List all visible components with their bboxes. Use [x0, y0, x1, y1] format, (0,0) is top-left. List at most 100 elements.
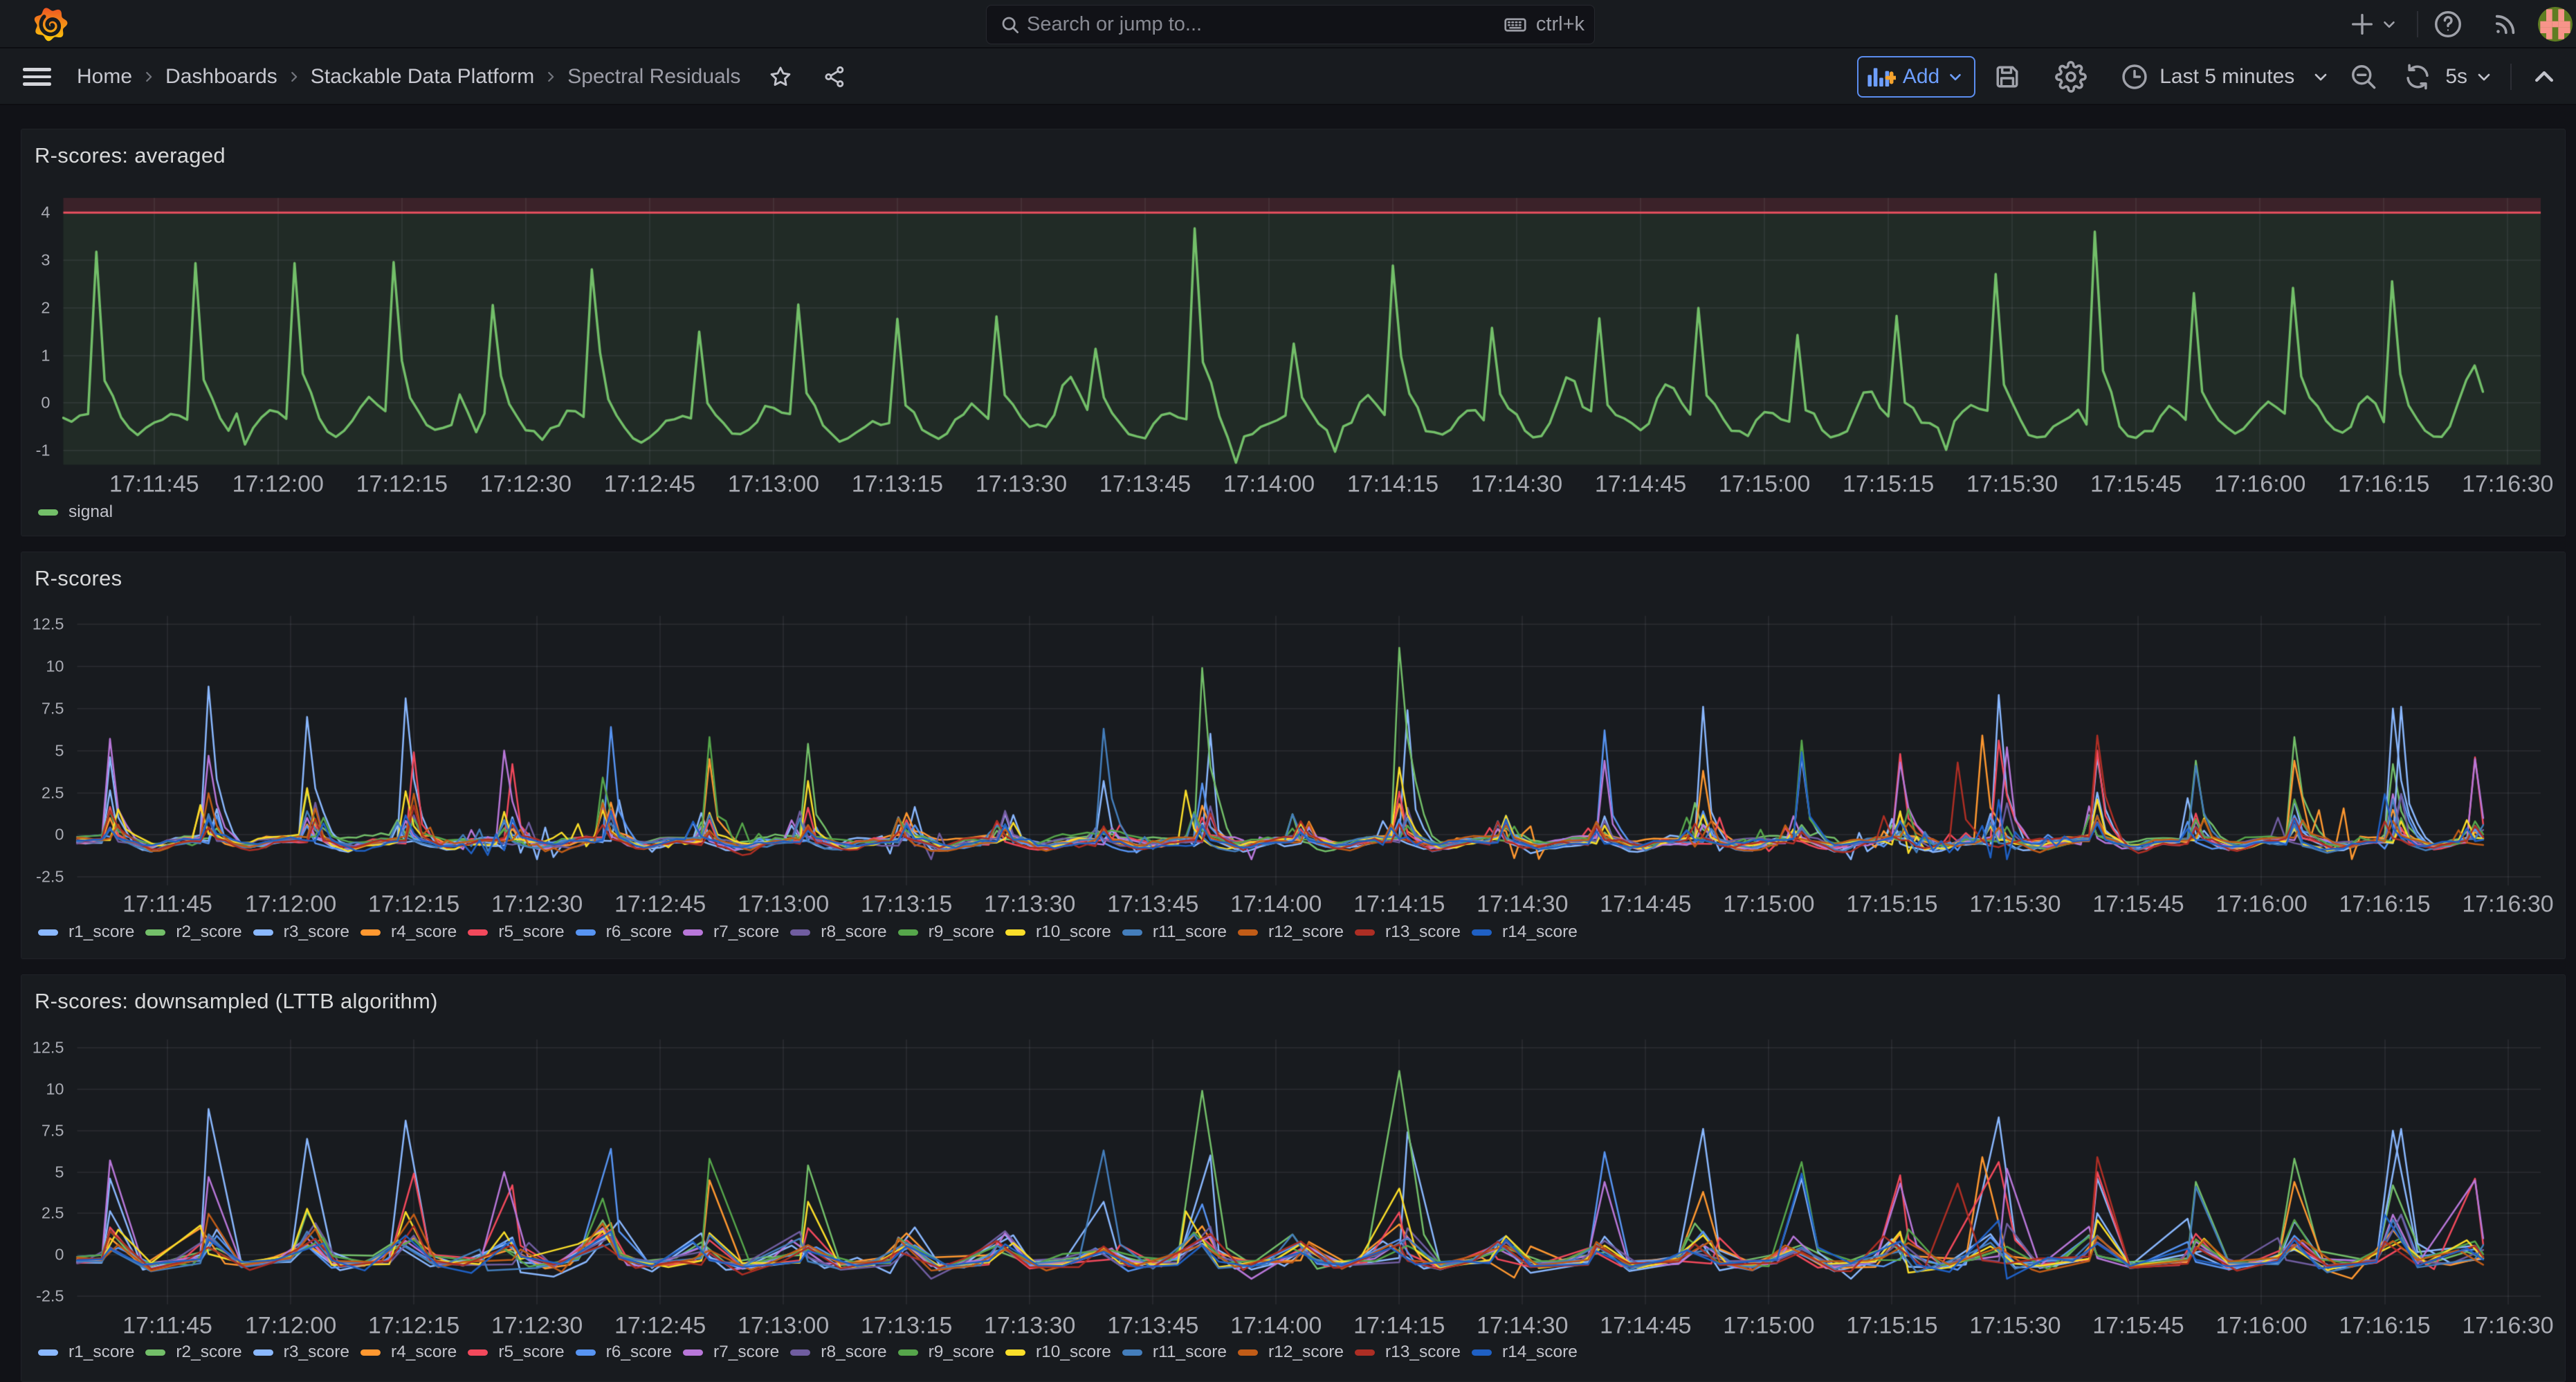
- search-shortcut: ctrl+k: [1536, 13, 1584, 36]
- search-input[interactable]: Search or jump to... ctrl+k: [986, 5, 1595, 44]
- share-icon[interactable]: [822, 64, 847, 89]
- legend-item-signal[interactable]: signal: [38, 502, 113, 522]
- x-axis-tick-label: 17:15:45: [2092, 1313, 2184, 1340]
- legend-label: r6_score: [606, 1343, 672, 1362]
- breadcrumb-home[interactable]: Home: [77, 65, 132, 89]
- news-button[interactable]: [2484, 10, 2527, 39]
- x-axis-tick-label: 17:12:00: [245, 1313, 336, 1340]
- legend-item-r13_score[interactable]: r13_score: [1355, 922, 1461, 942]
- legend-swatch: [1122, 929, 1142, 936]
- collapse-toolbar-button[interactable]: [2528, 63, 2560, 91]
- add-panel-button[interactable]: Add: [1857, 56, 1975, 98]
- dashboard-toolbar: Home Dashboards Stackable Data Platform …: [0, 48, 2576, 105]
- breadcrumb-dashboards[interactable]: Dashboards: [165, 65, 277, 89]
- legend-item-r6_score[interactable]: r6_score: [576, 922, 672, 942]
- legend-label: r1_score: [68, 922, 134, 942]
- legend-swatch: [1238, 929, 1258, 936]
- x-axis-tick-label: 17:13:00: [738, 1313, 829, 1340]
- legend-item-r13_score[interactable]: r13_score: [1355, 1343, 1461, 1362]
- chevron-down-icon: [2311, 67, 2330, 87]
- x-axis-tick-label: 17:13:45: [1107, 891, 1198, 918]
- legend-item-r5_score[interactable]: r5_score: [468, 1343, 564, 1362]
- legend-label: r7_score: [713, 1343, 779, 1362]
- legend-item-r12_score[interactable]: r12_score: [1238, 1343, 1344, 1362]
- legend-swatch: [1472, 1349, 1492, 1356]
- legend-swatch: [576, 1349, 596, 1356]
- save-icon: [1992, 62, 2022, 92]
- legend-item-r3_score[interactable]: r3_score: [253, 1343, 349, 1362]
- refresh-button[interactable]: [2397, 62, 2438, 91]
- x-axis-tick-label: 17:15:00: [1723, 1313, 1814, 1340]
- x-axis-tick-label: 17:15:30: [1969, 1313, 2061, 1340]
- legend-swatch: [468, 1349, 488, 1356]
- legend-item-r1_score[interactable]: r1_score: [38, 1343, 134, 1362]
- panel-r-scores-downsampled[interactable]: R-scores: downsampled (LTTB algorithm) 1…: [21, 974, 2566, 1382]
- legend-item-r1_score[interactable]: r1_score: [38, 922, 134, 942]
- legend-swatch: [1472, 929, 1492, 936]
- legend-item-r10_score[interactable]: r10_score: [1005, 1343, 1111, 1362]
- x-axis-tick-label: 17:14:00: [1230, 891, 1322, 918]
- top-navigation-bar: Search or jump to... ctrl+k: [0, 0, 2576, 48]
- favorite-star-icon[interactable]: [768, 64, 793, 89]
- legend-label: r11_score: [1153, 922, 1227, 942]
- legend-item-r5_score[interactable]: r5_score: [468, 922, 564, 942]
- legend-item-r7_score[interactable]: r7_score: [683, 922, 779, 942]
- legend: r1_score r2_score r3_score r4_score r5_score…: [38, 922, 1589, 942]
- refresh-interval-picker[interactable]: 5s: [2445, 65, 2494, 89]
- legend-item-r10_score[interactable]: r10_score: [1005, 922, 1111, 942]
- legend-item-r3_score[interactable]: r3_score: [253, 922, 349, 942]
- legend-swatch: [790, 929, 810, 936]
- legend-item-r2_score[interactable]: r2_score: [145, 922, 241, 942]
- legend-swatch: [576, 929, 596, 936]
- x-axis-tick-label: 17:16:30: [2462, 1313, 2553, 1340]
- legend-swatch: [38, 1349, 58, 1356]
- legend: r1_score r2_score r3_score r4_score r5_score…: [38, 1343, 1589, 1362]
- legend-swatch: [1355, 929, 1375, 936]
- x-axis-tick-label: 17:13:15: [861, 891, 952, 918]
- legend-item-r7_score[interactable]: r7_score: [683, 1343, 779, 1362]
- save-dashboard-button[interactable]: [1975, 62, 2039, 92]
- legend-swatch: [253, 1349, 273, 1356]
- gear-icon: [2055, 61, 2087, 93]
- legend-item-r11_score[interactable]: r11_score: [1122, 922, 1227, 942]
- panel-r-scores[interactable]: R-scores 12.5107.552.50-2.517:11:4517:12…: [21, 552, 2566, 959]
- x-axis-tick-label: 17:15:15: [1846, 1313, 1937, 1340]
- legend-item-r14_score[interactable]: r14_score: [1472, 922, 1578, 942]
- legend-item-r9_score[interactable]: r9_score: [898, 922, 994, 942]
- x-axis-tick-label: 17:14:00: [1223, 471, 1315, 498]
- x-axis-tick-label: 17:13:00: [738, 891, 829, 918]
- help-circle-icon: [2432, 8, 2464, 40]
- legend-item-r2_score[interactable]: r2_score: [145, 1343, 241, 1362]
- legend-label: r13_score: [1385, 922, 1461, 942]
- zoom-out-button[interactable]: [2330, 62, 2397, 92]
- legend-swatch: [790, 1349, 810, 1356]
- grafana-logo[interactable]: [33, 6, 68, 42]
- legend-swatch: [38, 929, 58, 936]
- time-range-picker[interactable]: Last 5 minutes: [2119, 62, 2330, 92]
- new-menu-button[interactable]: [2346, 10, 2401, 38]
- legend-item-r4_score[interactable]: r4_score: [360, 1343, 457, 1362]
- legend-item-r6_score[interactable]: r6_score: [576, 1343, 672, 1362]
- legend-item-r12_score[interactable]: r12_score: [1238, 922, 1344, 942]
- dashboard-settings-button[interactable]: [2039, 61, 2103, 93]
- x-axis-tick-label: 17:14:30: [1477, 891, 1568, 918]
- legend-swatch: [145, 1349, 165, 1356]
- legend-item-r8_score[interactable]: r8_score: [790, 922, 886, 942]
- legend-item-r9_score[interactable]: r9_score: [898, 1343, 994, 1362]
- legend-item-r4_score[interactable]: r4_score: [360, 922, 457, 942]
- legend-item-r14_score[interactable]: r14_score: [1472, 1343, 1578, 1362]
- x-axis-tick-label: 17:12:15: [368, 1313, 459, 1340]
- panel-r-scores-averaged[interactable]: R-scores: averaged 43210-117:11:4517:12:…: [21, 129, 2566, 536]
- y-axis-tick-label: 3: [41, 251, 50, 270]
- breadcrumb-separator-icon: [543, 69, 558, 84]
- help-button[interactable]: [2424, 8, 2472, 40]
- menu-toggle-button[interactable]: [23, 48, 51, 105]
- user-avatar[interactable]: [2538, 7, 2573, 42]
- legend-item-r11_score[interactable]: r11_score: [1122, 1343, 1227, 1362]
- x-axis-tick-label: 17:15:45: [2092, 891, 2184, 918]
- chevron-down-icon: [2474, 67, 2494, 87]
- breadcrumb-folder[interactable]: Stackable Data Platform: [311, 65, 534, 89]
- breadcrumb-separator-icon: [286, 69, 302, 84]
- legend-item-r8_score[interactable]: r8_score: [790, 1343, 886, 1362]
- breadcrumb: Home Dashboards Stackable Data Platform …: [77, 48, 847, 105]
